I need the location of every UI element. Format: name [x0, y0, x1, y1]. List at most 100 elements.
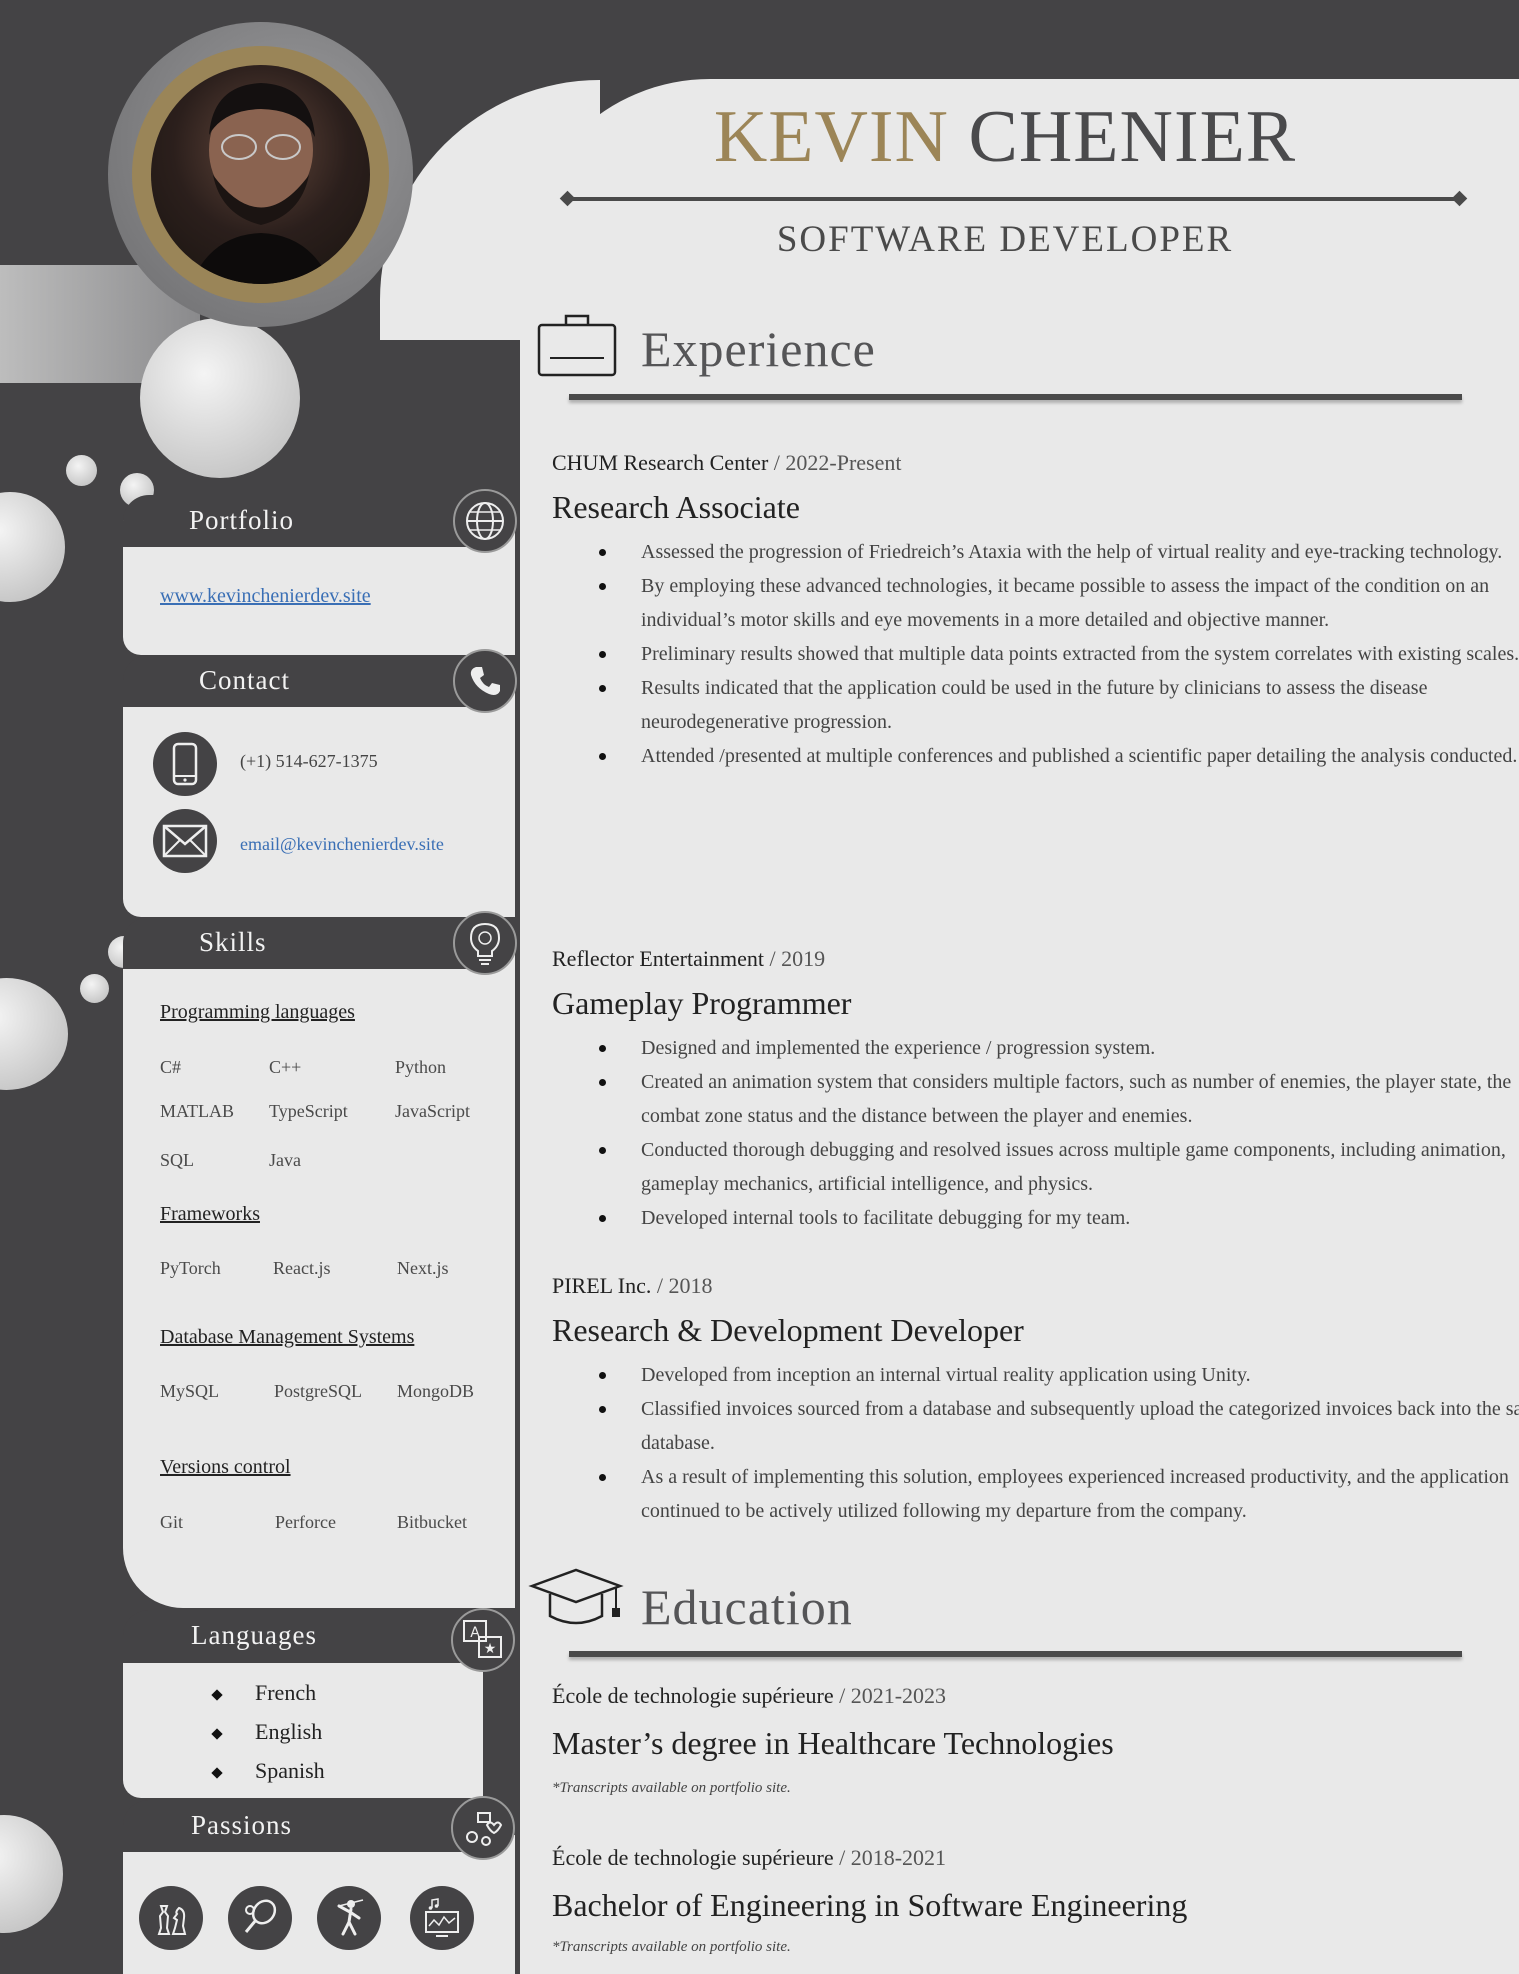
chess-icon	[139, 1886, 203, 1950]
job-company: PIREL Inc. / 2018	[552, 1273, 713, 1298]
decorative-bubble	[0, 492, 65, 602]
briefcase-icon	[536, 313, 618, 383]
mobile-phone-icon	[153, 732, 217, 796]
portfolio-link[interactable]: www.kevinchenierdev.site	[160, 585, 371, 608]
decorative-bubble	[66, 455, 97, 486]
language-label: Spanish	[255, 1758, 325, 1783]
music-computer-icon	[410, 1886, 474, 1950]
skill-item: TypeScript	[269, 1101, 348, 1121]
school-name: École de technologie supérieure / 2018-2…	[552, 1845, 947, 1870]
skill-item: C++	[269, 1057, 302, 1077]
language-label: English	[255, 1719, 323, 1744]
list-item: Developed from inception an internal vir…	[599, 1358, 1519, 1392]
skill-group-title: Frameworks	[160, 1203, 260, 1225]
translate-icon: A ★	[451, 1608, 515, 1672]
golf-icon	[317, 1886, 381, 1950]
decorative-bubble	[0, 978, 68, 1090]
skill-item: JavaScript	[395, 1101, 470, 1121]
contact-card	[123, 690, 515, 917]
section-title-experience: Experience	[641, 321, 876, 377]
skill-item: Next.js	[397, 1258, 449, 1278]
list-item: Developed internal tools to facilitate d…	[599, 1201, 1519, 1235]
list-item: Attended /presented at multiple conferen…	[599, 739, 1519, 773]
languages-header: Languages	[123, 1610, 503, 1662]
graduation-cap-icon	[528, 1564, 628, 1640]
list-item: Classified invoices sourced from a datab…	[599, 1392, 1519, 1460]
first-name: KEVIN	[713, 96, 949, 178]
skill-item: SQL	[160, 1150, 195, 1170]
list-item: Preliminary results showed that multiple…	[599, 637, 1519, 671]
skill-item: MongoDB	[397, 1381, 475, 1401]
skill-item: Perforce	[275, 1512, 336, 1532]
section-label: Contact	[199, 665, 290, 695]
section-divider	[569, 394, 1462, 400]
skill-group-title: Programming languages	[160, 1001, 355, 1023]
job-bullets: Developed from inception an internal vir…	[551, 1358, 1519, 1528]
skill-group-title: Versions control	[160, 1456, 291, 1478]
email-icon	[153, 809, 217, 873]
skill-item: C#	[160, 1057, 182, 1077]
skill-item: PyTorch	[160, 1258, 221, 1278]
portfolio-header: Portfolio	[123, 495, 493, 547]
list-item: Assessed the progression of Friedreich’s…	[599, 535, 1519, 569]
profile-photo	[151, 65, 370, 284]
lightbulb-icon	[453, 911, 517, 975]
tennis-icon	[228, 1886, 292, 1950]
section-label: Passions	[191, 1810, 293, 1840]
hobbies-icon	[451, 1796, 515, 1860]
skill-item: PostgreSQL	[274, 1381, 363, 1401]
list-item: As a result of implementing this solutio…	[599, 1460, 1519, 1528]
list-item: French	[211, 1680, 413, 1719]
skills-header: Skills	[123, 917, 493, 969]
skill-item: MySQL	[160, 1381, 220, 1401]
section-label: Skills	[199, 927, 267, 957]
list-item: Results indicated that the application c…	[599, 671, 1519, 739]
transcript-note: *Transcripts available on portfolio site…	[552, 1780, 791, 1796]
last-name: CHENIER	[968, 96, 1297, 178]
skill-item: Java	[269, 1150, 301, 1170]
skill-item: Bitbucket	[397, 1512, 467, 1532]
svg-text:A: A	[470, 1625, 480, 1641]
section-title-education: Education	[641, 1579, 853, 1635]
svg-text:★: ★	[484, 1641, 497, 1657]
degree-title: Master’s degree in Healthcare Technologi…	[552, 1725, 1114, 1761]
decorative-bubble	[0, 1815, 63, 1933]
decorative-bubble	[140, 318, 300, 478]
school-name: École de technologie supérieure / 2021-2…	[552, 1683, 947, 1708]
section-label: Portfolio	[189, 505, 295, 535]
contact-header: Contact	[123, 655, 493, 707]
job-bullets: Designed and implemented the experience …	[551, 1031, 1519, 1235]
list-item: Created an animation system that conside…	[599, 1065, 1519, 1133]
language-label: French	[255, 1680, 317, 1705]
job-company: Reflector Entertainment / 2019	[552, 946, 826, 971]
list-item: Designed and implemented the experience …	[599, 1031, 1519, 1065]
passions-header: Passions	[123, 1800, 503, 1852]
job-title: SOFTWARE DEVELOPER	[776, 219, 1234, 260]
list-item: Spanish	[211, 1758, 413, 1797]
degree-title: Bachelor of Engineering in Software Engi…	[552, 1887, 1188, 1923]
job-role: Research & Development Developer	[552, 1312, 1024, 1348]
job-role: Research Associate	[552, 489, 800, 525]
person-name: KEVIN CHENIER	[560, 100, 1450, 174]
decorative-bubble	[80, 974, 109, 1003]
languages-list: French English Spanish	[211, 1680, 413, 1797]
list-item: Conducted thorough debugging and resolve…	[599, 1133, 1519, 1201]
skill-item: React.js	[273, 1258, 331, 1278]
list-item: English	[211, 1719, 413, 1758]
globe-icon	[453, 489, 517, 553]
skill-item: Git	[160, 1512, 184, 1532]
list-item: By employing these advanced technologies…	[599, 569, 1519, 637]
job-role: Gameplay Programmer	[552, 985, 852, 1021]
email-link[interactable]: email@kevinchenierdev.site	[240, 834, 444, 855]
section-divider	[569, 1651, 1462, 1657]
skill-item: Python	[395, 1057, 447, 1077]
job-bullets: Assessed the progression of Friedreich’s…	[551, 535, 1519, 773]
name-divider	[565, 197, 1460, 201]
phone-number: (+1) 514-627-1375	[240, 751, 378, 771]
phone-icon	[453, 649, 517, 713]
skill-group-title: Database Management Systems	[160, 1326, 415, 1348]
section-label: Languages	[191, 1620, 317, 1650]
skill-item: MATLAB	[160, 1101, 235, 1121]
transcript-note: *Transcripts available on portfolio site…	[552, 1939, 791, 1955]
job-company: CHUM Research Center / 2022-Present	[552, 450, 902, 475]
